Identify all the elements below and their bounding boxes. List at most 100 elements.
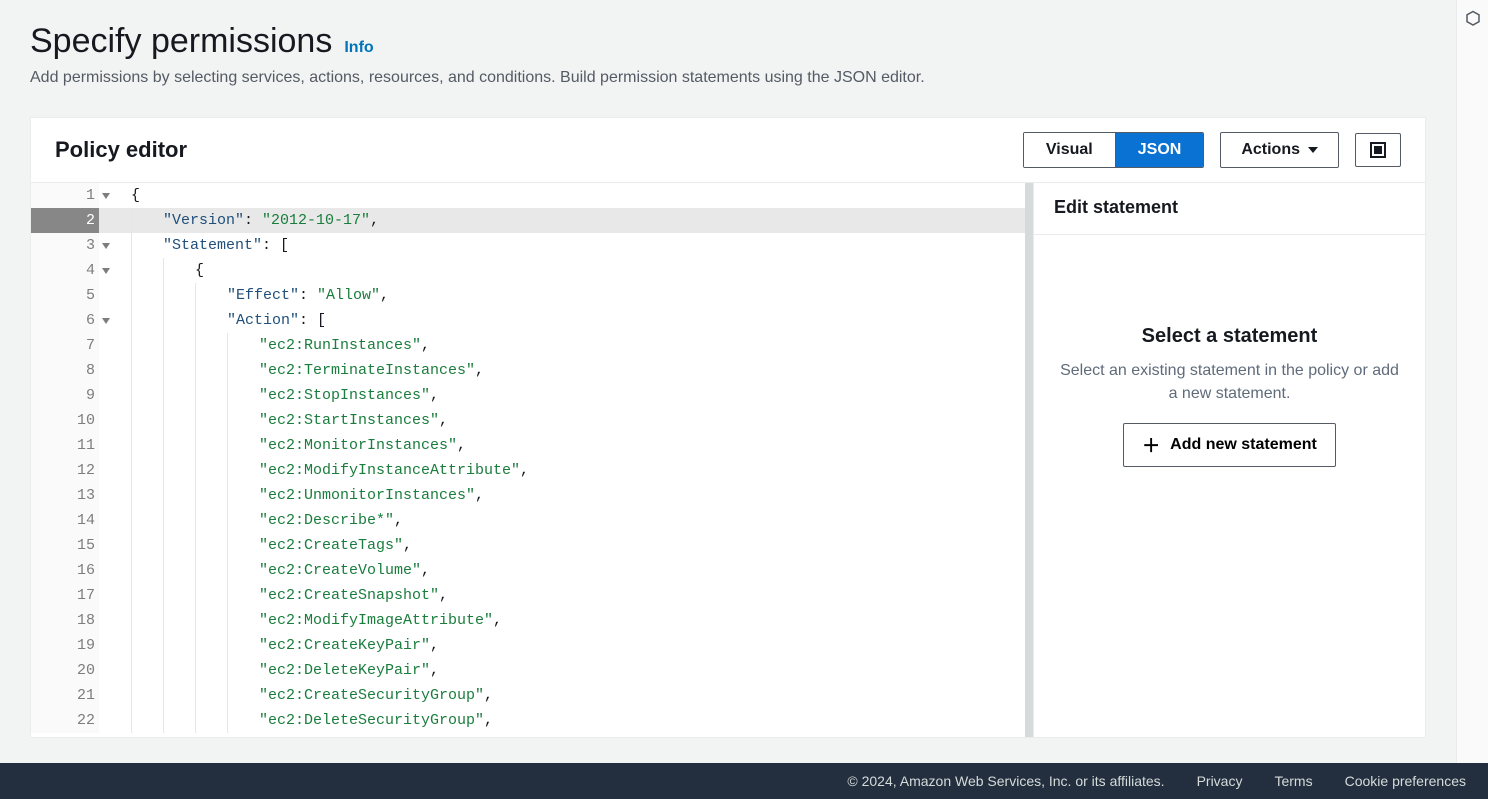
line-number: 14 [31, 508, 99, 533]
fold-gutter[interactable] [99, 333, 113, 358]
fold-gutter[interactable] [99, 358, 113, 383]
right-rail[interactable] [1456, 0, 1488, 763]
footer-privacy[interactable]: Privacy [1197, 773, 1243, 789]
code-text: { [113, 258, 204, 283]
line-number: 17 [31, 583, 99, 608]
code-text: "ec2:CreateKeyPair", [113, 633, 439, 658]
code-line[interactable]: 3 "Statement": [ [31, 233, 1025, 258]
line-number: 16 [31, 558, 99, 583]
code-line[interactable]: 17 "ec2:CreateSnapshot", [31, 583, 1025, 608]
actions-label: Actions [1241, 141, 1300, 159]
fold-gutter[interactable] [99, 583, 113, 608]
code-line[interactable]: 19 "ec2:CreateKeyPair", [31, 633, 1025, 658]
code-line[interactable]: 11 "ec2:MonitorInstances", [31, 433, 1025, 458]
line-number: 1 [31, 183, 99, 208]
line-number: 5 [31, 283, 99, 308]
page-title: Specify permissions [30, 22, 332, 61]
footer: © 2024, Amazon Web Services, Inc. or its… [0, 763, 1488, 799]
code-line[interactable]: 6 "Action": [ [31, 308, 1025, 333]
fold-gutter[interactable] [99, 483, 113, 508]
tab-visual[interactable]: Visual [1024, 133, 1116, 167]
footer-cookies[interactable]: Cookie preferences [1345, 773, 1466, 789]
fold-gutter[interactable] [99, 533, 113, 558]
fold-gutter[interactable] [99, 458, 113, 483]
fold-gutter[interactable] [99, 708, 113, 733]
line-number: 13 [31, 483, 99, 508]
fold-gutter[interactable] [99, 558, 113, 583]
footer-copyright: © 2024, Amazon Web Services, Inc. or its… [847, 773, 1164, 789]
json-editor[interactable]: 1{2"Version": "2012-10-17",3"Statement":… [31, 183, 1033, 737]
add-statement-label: Add new statement [1170, 436, 1317, 454]
code-text: "ec2:TerminateInstances", [113, 358, 484, 383]
code-line[interactable]: 5"Effect": "Allow", [31, 283, 1025, 308]
code-line[interactable]: 22 "ec2:DeleteSecurityGroup", [31, 708, 1025, 733]
line-number: 3 [31, 233, 99, 258]
page-subtitle: Add permissions by selecting services, a… [30, 67, 1426, 89]
code-line[interactable]: 8"ec2:TerminateInstances", [31, 358, 1025, 383]
code-text: "ec2:MonitorInstances", [113, 433, 466, 458]
code-line[interactable]: 10 "ec2:StartInstances", [31, 408, 1025, 433]
code-text: "Statement": [ [113, 233, 289, 258]
side-panel-title: Edit statement [1034, 183, 1425, 235]
fold-gutter[interactable] [99, 433, 113, 458]
code-line[interactable]: 18"ec2:ModifyImageAttribute", [31, 608, 1025, 633]
fold-gutter[interactable] [99, 633, 113, 658]
line-number: 15 [31, 533, 99, 558]
info-link[interactable]: Info [344, 39, 373, 57]
code-text: "Version": "2012-10-17", [113, 208, 379, 233]
fold-gutter[interactable] [99, 258, 113, 283]
fold-gutter[interactable] [99, 283, 113, 308]
code-line[interactable]: 7"ec2:RunInstances", [31, 333, 1025, 358]
fold-gutter[interactable] [99, 658, 113, 683]
line-number: 4 [31, 258, 99, 283]
code-text: "Action": [ [113, 308, 326, 333]
fold-gutter[interactable] [99, 208, 113, 233]
side-body-text: Select an existing statement in the poli… [1058, 360, 1401, 405]
panel-title: Policy editor [55, 137, 187, 163]
code-line[interactable]: 1{ [31, 183, 1025, 208]
fold-gutter[interactable] [99, 608, 113, 633]
line-number: 12 [31, 458, 99, 483]
line-number: 20 [31, 658, 99, 683]
line-number: 21 [31, 683, 99, 708]
code-line[interactable]: 13"ec2:UnmonitorInstances", [31, 483, 1025, 508]
edit-statement-panel: Edit statement Select a statement Select… [1033, 183, 1425, 737]
fold-gutter[interactable] [99, 683, 113, 708]
line-number: 10 [31, 408, 99, 433]
code-line[interactable]: 4{ [31, 258, 1025, 283]
code-line[interactable]: 20"ec2:DeleteKeyPair", [31, 658, 1025, 683]
hexagon-icon [1464, 10, 1482, 28]
fullscreen-button[interactable] [1355, 133, 1401, 167]
fold-gutter[interactable] [99, 383, 113, 408]
code-line[interactable]: 21 "ec2:CreateSecurityGroup", [31, 683, 1025, 708]
fold-gutter[interactable] [99, 408, 113, 433]
code-line[interactable]: 15 "ec2:CreateTags", [31, 533, 1025, 558]
tab-json[interactable]: JSON [1116, 133, 1204, 167]
plus-icon: ＋ [1142, 432, 1160, 458]
code-text: "ec2:CreateSecurityGroup", [113, 683, 493, 708]
actions-dropdown[interactable]: Actions [1220, 132, 1339, 168]
code-line[interactable]: 12"ec2:ModifyInstanceAttribute", [31, 458, 1025, 483]
fullscreen-icon [1370, 142, 1386, 158]
line-number: 19 [31, 633, 99, 658]
code-line[interactable]: 16 "ec2:CreateVolume", [31, 558, 1025, 583]
fold-gutter[interactable] [99, 233, 113, 258]
code-text: "ec2:StartInstances", [113, 408, 448, 433]
code-text: "ec2:DeleteSecurityGroup", [113, 708, 493, 733]
code-line[interactable]: 9"ec2:StopInstances", [31, 383, 1025, 408]
fold-gutter[interactable] [99, 183, 113, 208]
line-number: 11 [31, 433, 99, 458]
code-line[interactable]: 14"ec2:Describe*", [31, 508, 1025, 533]
add-statement-button[interactable]: ＋ Add new statement [1123, 423, 1336, 467]
code-line[interactable]: 2"Version": "2012-10-17", [31, 208, 1025, 233]
line-number: 22 [31, 708, 99, 733]
line-number: 6 [31, 308, 99, 333]
code-text: "ec2:CreateSnapshot", [113, 583, 448, 608]
line-number: 18 [31, 608, 99, 633]
fold-gutter[interactable] [99, 308, 113, 333]
code-text: "ec2:CreateTags", [113, 533, 412, 558]
footer-terms[interactable]: Terms [1274, 773, 1312, 789]
code-text: "ec2:RunInstances", [113, 333, 430, 358]
code-text: "ec2:CreateVolume", [113, 558, 430, 583]
fold-gutter[interactable] [99, 508, 113, 533]
